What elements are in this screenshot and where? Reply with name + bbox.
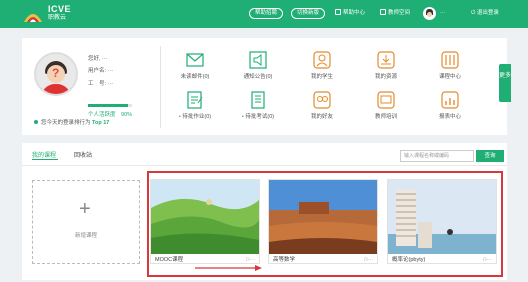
more-side-tab[interactable]: 更多 — [499, 64, 511, 102]
search-button[interactable]: 查询 — [476, 150, 504, 162]
brand-title: ICVE — [48, 4, 72, 14]
help-center-link[interactable]: 帮助中心 — [335, 9, 365, 18]
plus-icon: + — [79, 198, 91, 220]
username-text: 用户名: ··· — [88, 68, 114, 74]
feature-label: 我的学生 — [310, 74, 333, 80]
help-center-icon — [335, 9, 341, 15]
power-icon: ⏻ — [471, 10, 476, 16]
student-icon — [313, 51, 331, 69]
feature-label: 我的资源 — [374, 74, 397, 80]
announcement-icon — [249, 51, 267, 69]
feature-unread-mail[interactable]: 未读邮件(0) — [165, 50, 225, 80]
tab-recycle-bin[interactable]: 回收站 — [74, 150, 92, 159]
course-meta: ⚇··· — [364, 257, 373, 263]
feature-pending-exams[interactable]: • 待批考试(0) — [228, 90, 288, 120]
resource-icon — [377, 51, 395, 69]
course-name: MOOC课程 — [155, 257, 184, 263]
tab-my-courses[interactable]: 我的课程 — [32, 150, 56, 159]
feature-report-center[interactable]: 报表中心 — [420, 90, 480, 120]
course-cover-image — [269, 180, 377, 254]
course-search-input[interactable]: 输入课程名称或编码 — [400, 150, 474, 162]
greeting-text: 您好, ··· — [88, 56, 108, 62]
feature-my-resources[interactable]: 我的资源 — [356, 50, 416, 80]
activity-value: 90% — [121, 112, 133, 118]
feature-teacher-training[interactable]: 教师培训 — [356, 90, 416, 120]
logout-link[interactable]: ⏻ 退出登录 — [471, 9, 499, 18]
job-number-text: 工 号: ··· — [88, 81, 114, 87]
home-icon — [380, 9, 386, 15]
brand-subtitle: 职教云 — [48, 15, 67, 21]
course-name: 高等数学 — [273, 257, 296, 263]
feature-my-students[interactable]: 我的学生 — [292, 50, 352, 80]
course-center-icon — [441, 51, 459, 69]
help-recruit-button[interactable]: 帮助招聘 — [249, 8, 283, 19]
course-cover-image — [151, 180, 259, 254]
courses-panel: 我的课程 回收站 输入课程名称或编码 查询 + 新增课程 MOOC课程 ⚇···… — [22, 143, 507, 280]
course-meta-text: ··· — [368, 257, 373, 263]
feature-label: 教师培训 — [374, 114, 397, 120]
icve-logo-icon[interactable] — [22, 4, 44, 26]
course-meta-text: ··· — [250, 257, 255, 263]
course-cover-image — [388, 180, 496, 254]
feature-label: • 待批考试(0) — [228, 112, 288, 120]
report-icon — [441, 91, 459, 109]
homework-icon — [187, 91, 203, 109]
login-rank: 您今天的登录排行为 Top 17 — [34, 118, 109, 126]
rank-text: 您今天的登录排行为 — [41, 120, 91, 126]
feature-label-text: 待批考试(0) — [245, 114, 275, 120]
friends-icon — [313, 91, 331, 109]
exam-icon — [251, 91, 265, 109]
teacher-home-link[interactable]: 教师空间 — [380, 9, 410, 18]
add-course-button[interactable]: + 新增课程 — [32, 180, 140, 264]
feature-label: 我的好友 — [310, 114, 333, 120]
brand: ICVE 职教云 — [48, 5, 71, 22]
help-center-label: 帮助中心 — [343, 10, 366, 16]
feature-label: 未读邮件(0) — [180, 74, 210, 80]
activity-level: 个人活跃度 90% — [88, 110, 132, 118]
profile-divider — [160, 46, 161, 128]
activity-progress-bar — [88, 104, 132, 107]
user-avatar[interactable] — [423, 7, 436, 20]
profile-card: ? 您好, ··· 用户名: ··· 工 号: ··· 个人活跃度 90% 您今… — [22, 38, 507, 135]
user-name-menu[interactable]: ··· — [440, 9, 446, 18]
course-meta-text: ··· — [487, 257, 492, 263]
course-meta: ⚇··· — [483, 257, 492, 263]
panel-divider — [22, 165, 507, 166]
course-name: 概率论(pbyty) — [392, 257, 426, 263]
feature-label: • 待批作业(0) — [165, 112, 225, 120]
training-icon — [377, 91, 395, 109]
rank-value: Top 17 — [92, 120, 110, 126]
course-meta: ⚇··· — [246, 257, 255, 263]
feature-label: 报表中心 — [438, 114, 461, 120]
add-course-label: 新增课程 — [74, 233, 97, 239]
logout-label: 退出登录 — [476, 10, 499, 16]
feature-pending-homework[interactable]: • 待批作业(0) — [165, 90, 225, 120]
feature-announcements[interactable]: 通知公告(0) — [228, 50, 288, 80]
mail-icon — [186, 53, 204, 67]
feature-course-center[interactable]: 课程中心 — [420, 50, 480, 80]
active-tab-indicator — [32, 159, 58, 160]
switch-version-button[interactable]: 切换新版 — [291, 8, 325, 19]
feature-my-friends[interactable]: 我的好友 — [292, 90, 352, 120]
course-card-mooc[interactable]: MOOC课程 ⚇··· — [150, 179, 260, 264]
course-card-advanced-math[interactable]: 高等数学 ⚇··· — [268, 179, 378, 264]
red-arrow-annotation — [195, 265, 262, 271]
teacher-home-label: 教师空间 — [388, 10, 411, 16]
profile-avatar[interactable]: ? — [34, 52, 78, 96]
feature-label-text: 待批作业(0) — [182, 114, 212, 120]
feature-label: 通知公告(0) — [243, 74, 273, 80]
feature-label: 课程中心 — [438, 74, 461, 80]
course-card-probability[interactable]: 概率论(pbyty) ⚇··· — [387, 179, 497, 264]
bullet-icon — [34, 120, 38, 124]
top-navigation-bar: ICVE 职教云 帮助招聘 切换新版 帮助中心 教师空间 ··· ⏻ 退出登录 — [0, 0, 528, 28]
